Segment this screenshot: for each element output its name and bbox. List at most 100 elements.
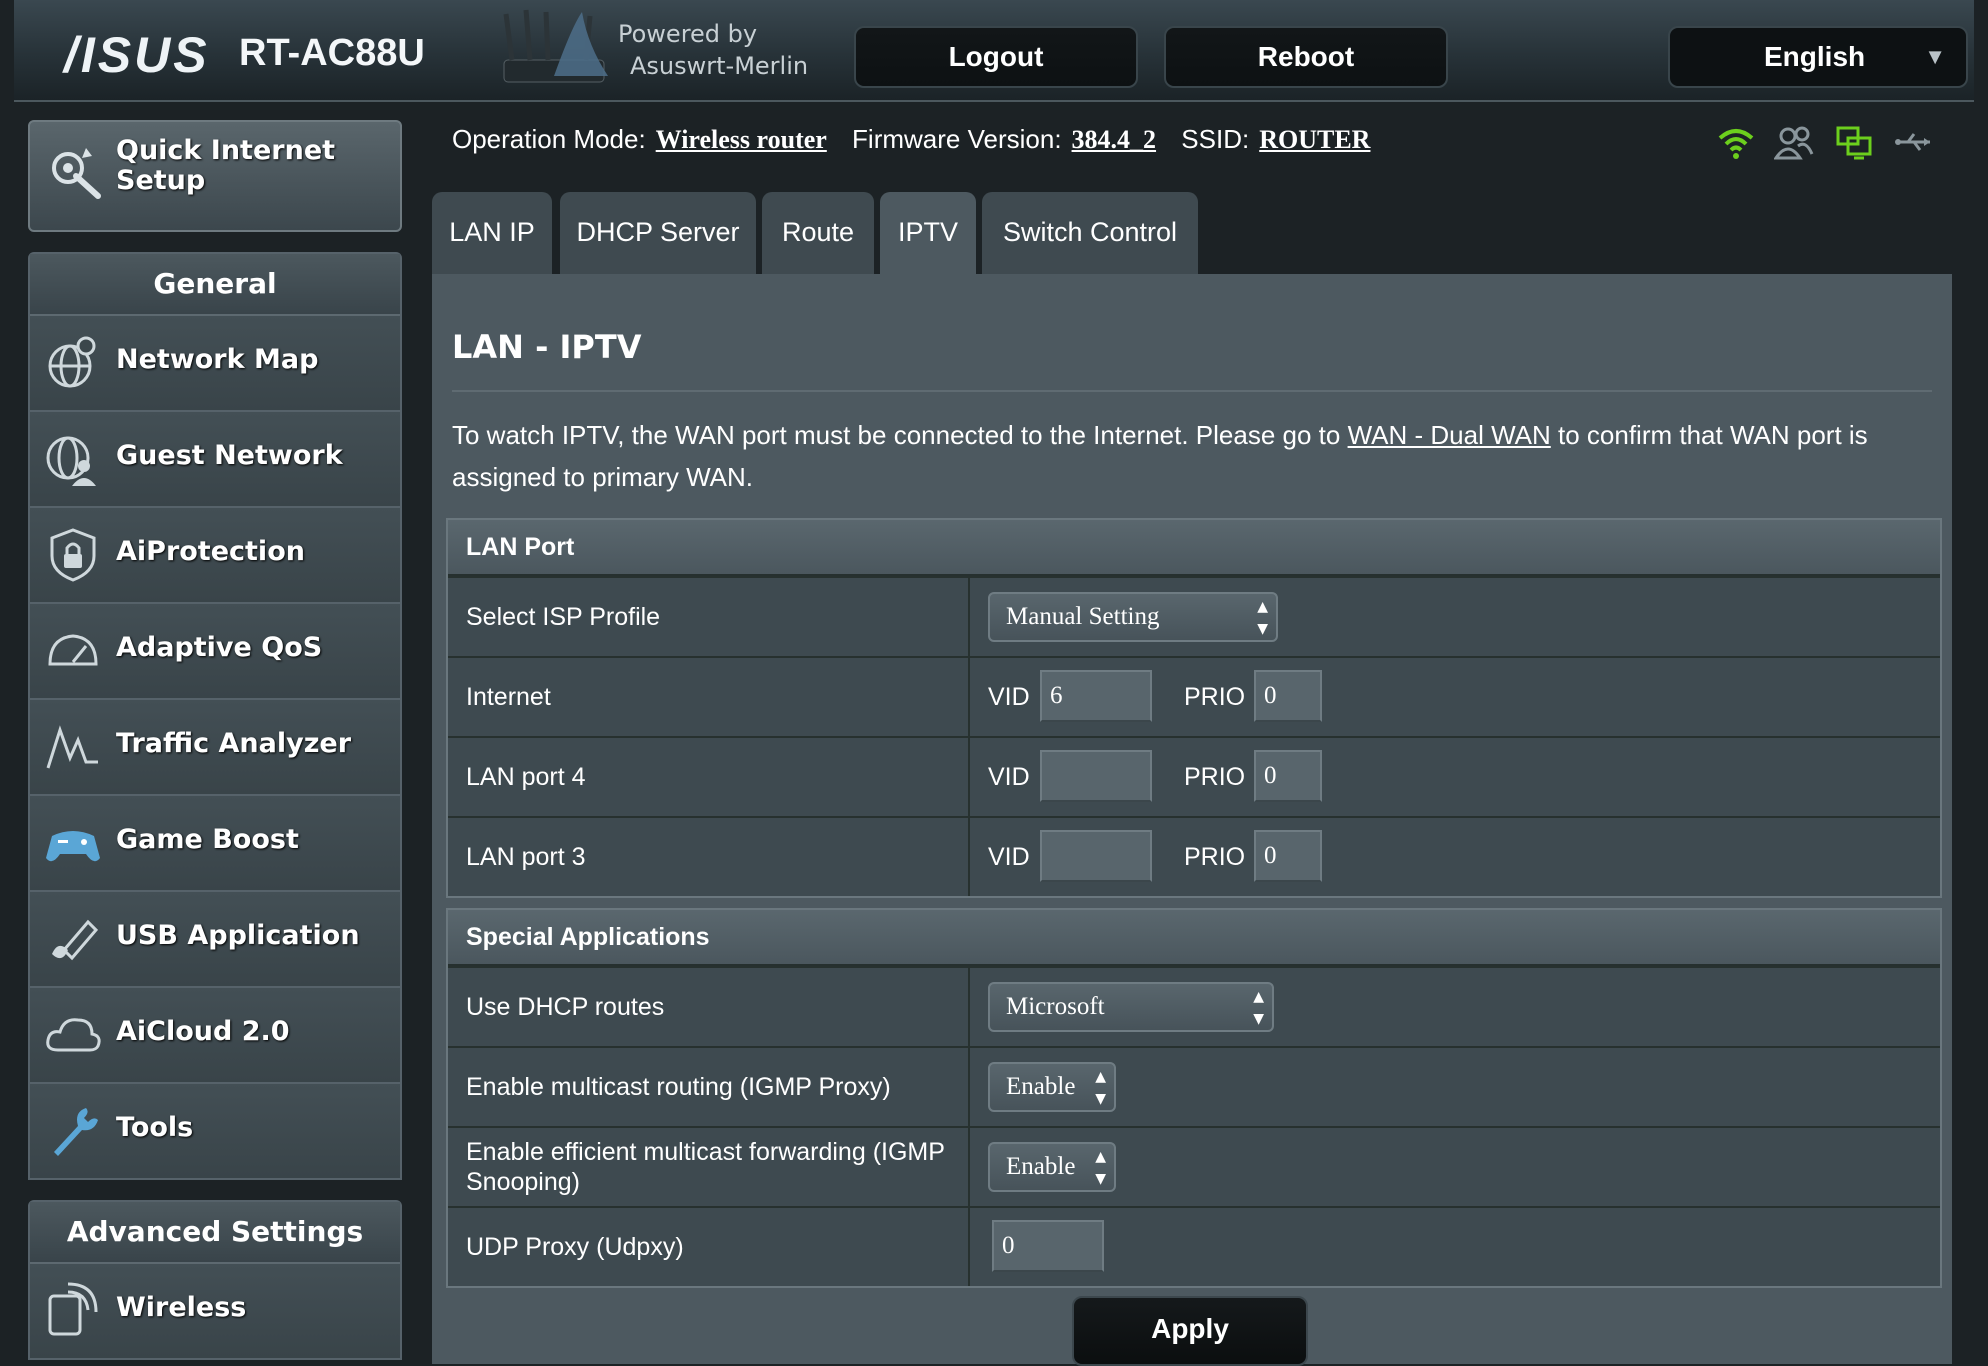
usb-status-icon[interactable] bbox=[1894, 122, 1934, 162]
ssid-link[interactable]: ROUTER bbox=[1259, 125, 1370, 154]
select-arrows-icon: ▲ ▼ bbox=[1253, 989, 1264, 1027]
sidebar-item-label: Tools bbox=[116, 1112, 194, 1143]
sidebar-item-label: Traffic Analyzer bbox=[116, 728, 352, 759]
quick-internet-setup-button[interactable]: Quick Internet Setup bbox=[28, 120, 402, 232]
powered-by-text: Powered by Asuswrt-Merlin bbox=[618, 20, 809, 80]
tab-route[interactable]: Route bbox=[762, 192, 874, 274]
language-select[interactable]: English ▼ bbox=[1668, 26, 1968, 88]
asus-logo: /ISUS bbox=[64, 27, 210, 83]
lan-port-4-row: LAN port 4 VID PRIO 0 bbox=[448, 736, 1940, 816]
aiprotection-icon bbox=[50, 528, 96, 582]
wifi-status-icon[interactable] bbox=[1716, 122, 1756, 162]
internet-prio-input[interactable]: 0 bbox=[1254, 670, 1322, 722]
wireless-icon bbox=[48, 1282, 98, 1336]
wan-dual-wan-link[interactable]: WAN - Dual WAN bbox=[1348, 420, 1551, 450]
ssid-label: SSID: bbox=[1181, 124, 1250, 154]
igmp-snooping-label: Enable efficient multicast forwarding (I… bbox=[466, 1138, 945, 1196]
igmp-proxy-row: Enable multicast routing (IGMP Proxy) En… bbox=[448, 1046, 1940, 1126]
tab-lan-ip[interactable]: LAN IP bbox=[432, 192, 552, 274]
main-panel: LAN - IPTV To watch IPTV, the WAN port m… bbox=[432, 274, 1952, 1364]
quick-setup-label: Quick Internet Setup bbox=[116, 135, 336, 196]
lan-port-3-row: LAN port 3 VID PRIO 0 bbox=[448, 816, 1940, 896]
select-arrows-icon: ▲ ▼ bbox=[1095, 1149, 1106, 1187]
sidebar-item-traffic-analyzer[interactable]: Traffic Analyzer bbox=[30, 700, 400, 796]
internet-row: Internet VID 6 PRIO 0 bbox=[448, 656, 1940, 736]
lan-port-4-vid-input[interactable] bbox=[1040, 750, 1152, 802]
sidebar-item-usb-application[interactable]: USB Application bbox=[30, 892, 400, 988]
router-model: RT-AC88U bbox=[239, 32, 425, 74]
sidebar-item-wireless[interactable]: Wireless bbox=[30, 1264, 400, 1360]
sidebar-item-game-boost[interactable]: Game Boost bbox=[30, 796, 400, 892]
sidebar-item-label: AiProtection bbox=[116, 536, 305, 567]
advanced-settings-menu: Advanced Settings Wireless bbox=[28, 1200, 402, 1360]
isp-profile-label: Select ISP Profile bbox=[466, 603, 661, 631]
dhcp-routes-row: Use DHCP routes Microsoft ▲ ▼ bbox=[448, 966, 1940, 1046]
internet-label: Internet bbox=[466, 683, 551, 711]
vid-label: VID bbox=[988, 683, 1030, 711]
network-map-icon bbox=[48, 336, 96, 388]
title-divider bbox=[452, 390, 1932, 392]
dhcp-routes-label: Use DHCP routes bbox=[466, 993, 665, 1021]
language-value: English bbox=[1764, 41, 1866, 72]
isp-profile-select[interactable]: Manual Setting ▲ ▼ bbox=[988, 592, 1278, 642]
usb-application-icon bbox=[52, 919, 99, 961]
lan-port-3-vid-input[interactable] bbox=[1040, 830, 1152, 882]
clients-status-icon[interactable] bbox=[1773, 122, 1814, 162]
apply-button[interactable]: Apply bbox=[1072, 1296, 1308, 1366]
sidebar-item-adaptive-qos[interactable]: Adaptive QoS bbox=[30, 604, 400, 700]
router-image-icon bbox=[503, 9, 608, 83]
sidebar-item-label: Game Boost bbox=[116, 824, 299, 855]
lan-port-3-prio-input[interactable]: 0 bbox=[1254, 830, 1322, 882]
lan-port-section: LAN Port Select ISP Profile Manual Setti… bbox=[446, 518, 1942, 898]
sidebar-item-aicloud[interactable]: AiCloud 2.0 bbox=[30, 988, 400, 1084]
lan-port-heading: LAN Port bbox=[448, 520, 1940, 576]
firmware-version-label: Firmware Version: bbox=[852, 124, 1062, 154]
reboot-button[interactable]: Reboot bbox=[1164, 26, 1448, 88]
lan-port-3-label: LAN port 3 bbox=[466, 843, 586, 871]
special-applications-heading: Special Applications bbox=[448, 910, 1940, 966]
sidebar-item-guest-network[interactable]: Guest Network bbox=[30, 412, 400, 508]
lan-port-4-label: LAN port 4 bbox=[466, 763, 586, 791]
page-title: LAN - IPTV bbox=[452, 328, 642, 366]
adaptive-qos-icon bbox=[48, 634, 98, 666]
status-icons bbox=[1716, 122, 1946, 162]
vid-label: VID bbox=[988, 843, 1030, 871]
firmware-version-link[interactable]: 384.4_2 bbox=[1072, 125, 1157, 154]
advanced-settings-heading: Advanced Settings bbox=[30, 1202, 400, 1264]
traffic-analyzer-icon bbox=[46, 725, 98, 769]
aicloud-icon bbox=[46, 1018, 101, 1052]
sidebar-item-tools[interactable]: Tools bbox=[30, 1084, 400, 1178]
sidebar-item-network-map[interactable]: Network Map bbox=[30, 316, 400, 412]
special-applications-section: Special Applications Use DHCP routes Mic… bbox=[446, 908, 1942, 1288]
lan-port-4-prio-input[interactable]: 0 bbox=[1254, 750, 1322, 802]
sidebar-item-label: Network Map bbox=[116, 344, 319, 375]
tab-dhcp-server[interactable]: DHCP Server bbox=[560, 192, 756, 274]
game-boost-icon bbox=[46, 831, 100, 862]
isp-profile-row: Select ISP Profile Manual Setting ▲ ▼ bbox=[448, 576, 1940, 656]
page-description: To watch IPTV, the WAN port must be conn… bbox=[452, 420, 1868, 492]
udpxy-row: UDP Proxy (Udpxy) 0 bbox=[448, 1206, 1940, 1286]
igmp-proxy-select[interactable]: Enable ▲ ▼ bbox=[988, 1062, 1116, 1112]
logout-button[interactable]: Logout bbox=[854, 26, 1138, 88]
dhcp-routes-select[interactable]: Microsoft ▲ ▼ bbox=[988, 982, 1274, 1032]
top-header: /ISUS RT-AC88U Powered by Asuswrt-Merlin… bbox=[14, 0, 1974, 102]
vid-label: VID bbox=[988, 763, 1030, 791]
status-info-bar: Operation Mode: Wireless router Firmware … bbox=[452, 124, 1388, 155]
internet-status-icon[interactable] bbox=[1834, 122, 1874, 162]
tools-icon bbox=[54, 1108, 98, 1156]
internet-vid-input[interactable]: 6 bbox=[1040, 670, 1152, 722]
udpxy-port-input[interactable]: 0 bbox=[992, 1220, 1104, 1272]
sidebar-item-label: AiCloud 2.0 bbox=[116, 1016, 290, 1047]
select-arrows-icon: ▲ ▼ bbox=[1257, 599, 1268, 637]
operation-mode-link[interactable]: Wireless router bbox=[656, 125, 827, 154]
tab-switch-control[interactable]: Switch Control bbox=[982, 192, 1198, 274]
tab-iptv[interactable]: IPTV bbox=[880, 192, 976, 274]
igmp-snooping-select[interactable]: Enable ▲ ▼ bbox=[988, 1142, 1116, 1192]
prio-label: PRIO bbox=[1184, 843, 1246, 871]
operation-mode-label: Operation Mode: bbox=[452, 124, 646, 154]
general-menu: General Network Map Guest Network AiProt… bbox=[28, 252, 402, 1180]
sidebar-item-aiprotection[interactable]: AiProtection bbox=[30, 508, 400, 604]
prio-label: PRIO bbox=[1184, 763, 1246, 791]
quick-setup-icon bbox=[52, 148, 101, 199]
chevron-down-icon: ▼ bbox=[1924, 44, 1946, 69]
